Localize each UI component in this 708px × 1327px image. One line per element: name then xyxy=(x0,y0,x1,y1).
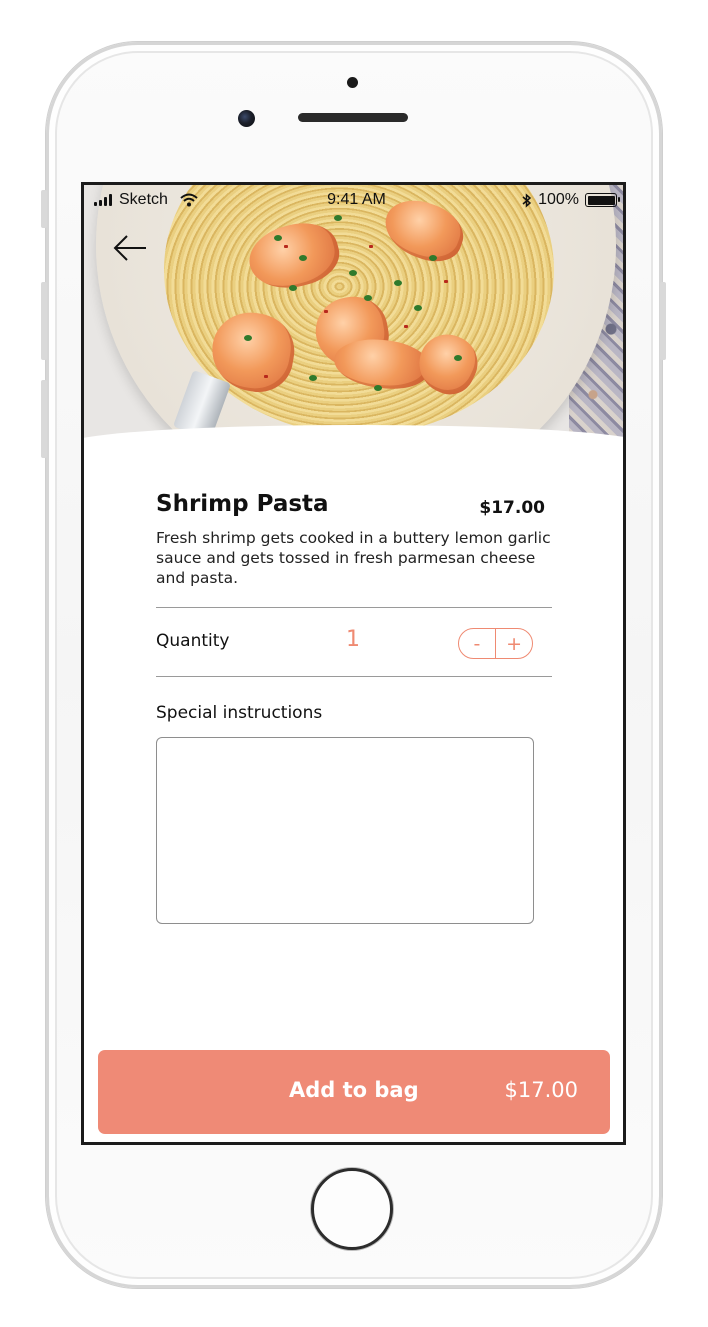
quantity-stepper: - + xyxy=(458,628,533,659)
special-instructions-field[interactable] xyxy=(156,737,534,924)
home-button[interactable] xyxy=(311,1168,393,1250)
bluetooth-icon xyxy=(522,192,532,208)
herb xyxy=(274,235,282,241)
quantity-value: 1 xyxy=(346,627,360,652)
chili-flake xyxy=(264,375,268,378)
special-instructions-label: Special instructions xyxy=(156,703,323,723)
herb xyxy=(394,280,402,286)
herb xyxy=(374,385,382,391)
herb xyxy=(429,255,437,261)
add-to-bag-label: Add to bag xyxy=(289,1078,419,1102)
battery-percent: 100% xyxy=(538,191,579,208)
chili-flake xyxy=(324,310,328,313)
chili-flake xyxy=(284,245,288,248)
increment-button[interactable]: + xyxy=(496,629,532,658)
item-name: Shrimp Pasta xyxy=(156,491,329,517)
app-screen: Sketch 9:41 AM 100% Shrimp Pasta $17.00 … xyxy=(81,182,626,1145)
content-sheet-curve xyxy=(84,425,623,447)
mute-switch xyxy=(41,190,47,228)
divider xyxy=(156,676,552,677)
front-camera xyxy=(238,110,255,127)
herb xyxy=(364,295,372,301)
battery-icon xyxy=(585,193,620,207)
herb xyxy=(244,335,252,341)
divider xyxy=(156,607,552,608)
herb xyxy=(454,355,462,361)
add-to-bag-button[interactable]: Add to bag $17.00 xyxy=(98,1050,610,1134)
chili-flake xyxy=(404,325,408,328)
proximity-sensor xyxy=(347,77,358,88)
power-button xyxy=(660,282,666,360)
item-price: $17.00 xyxy=(479,498,545,518)
volume-up-button xyxy=(41,282,47,360)
herb xyxy=(349,270,357,276)
herb xyxy=(334,215,342,221)
decrement-button[interactable]: - xyxy=(459,629,495,658)
herb xyxy=(414,305,422,311)
add-to-bag-amount: $17.00 xyxy=(504,1078,578,1102)
back-arrow-icon[interactable] xyxy=(112,233,148,263)
quantity-label: Quantity xyxy=(156,631,230,651)
herb xyxy=(289,285,297,291)
status-bar: Sketch 9:41 AM 100% xyxy=(84,189,623,211)
volume-down-button xyxy=(41,380,47,458)
item-description: Fresh shrimp gets cooked in a buttery le… xyxy=(156,529,551,587)
chili-flake xyxy=(444,280,448,283)
herb xyxy=(309,375,317,381)
herb xyxy=(299,255,307,261)
earpiece-speaker xyxy=(298,113,408,122)
chili-flake xyxy=(369,245,373,248)
dish-photo xyxy=(84,185,623,447)
